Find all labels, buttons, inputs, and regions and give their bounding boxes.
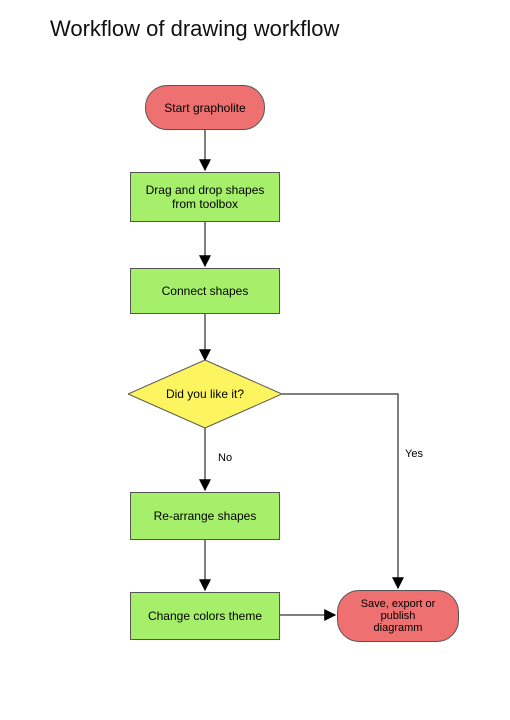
node-connect: Connect shapes — [130, 268, 280, 314]
edge-label-no: No — [218, 452, 232, 464]
edge-label-yes: Yes — [405, 448, 423, 460]
node-rearrange: Re-arrange shapes — [130, 492, 280, 540]
node-drag: Drag and drop shapes from toolbox — [130, 172, 280, 222]
node-save: Save, export or publish diagramm — [337, 590, 459, 642]
node-recolor: Change colors theme — [130, 592, 280, 640]
node-drag-label: Drag and drop shapes from toolbox — [146, 183, 265, 211]
node-connect-label: Connect shapes — [162, 284, 249, 298]
node-rearrange-label: Re-arrange shapes — [154, 509, 257, 523]
node-start-label: Start grapholite — [164, 101, 245, 115]
node-recolor-label: Change colors theme — [148, 609, 262, 623]
node-decide-label: Did you like it? — [166, 387, 244, 401]
node-save-label: Save, export or publish diagramm — [361, 598, 436, 634]
node-start: Start grapholite — [145, 85, 265, 130]
node-decide: Did you like it? — [128, 360, 282, 428]
